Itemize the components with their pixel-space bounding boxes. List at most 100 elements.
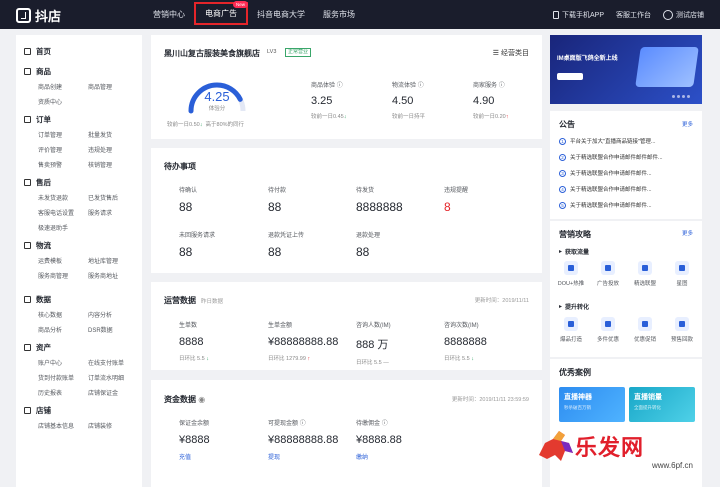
funds-item: 可提现金额 ⓘ ¥88888888.88 提现 <box>268 418 338 461</box>
todo-item[interactable]: 待付款 88 <box>268 185 286 214</box>
sidebar-item[interactable]: 客服电话设置 <box>38 208 88 217</box>
help-icon[interactable]: ⓘ <box>382 421 388 427</box>
tool-alliance[interactable]: 精选联盟 <box>630 261 660 287</box>
sidebar-item[interactable]: 店铺保证金 <box>88 388 138 397</box>
case-card[interactable]: 直播神器 秒杀破百万销 <box>559 387 625 422</box>
notice-number: 5 <box>559 201 566 209</box>
notice-item[interactable]: 5 关于精选联盟合作申请邮件邮件... <box>559 201 652 209</box>
category-link[interactable]: ☰ 经营类目 <box>493 48 529 58</box>
ops-update-time: 更新时间：2019/11/11 <box>474 298 529 304</box>
sidebar-item[interactable]: 批量发货 <box>88 130 138 139</box>
metric-value: 3.25 <box>311 95 333 107</box>
tool-promo[interactable]: 优惠促销 <box>630 317 660 343</box>
help-icon[interactable]: ⓘ <box>337 83 343 89</box>
sidebar-item[interactable]: 核心数据 <box>38 310 88 319</box>
ops-value: ¥88888888.88 <box>268 336 339 348</box>
shop-icon <box>24 407 31 414</box>
todo-item[interactable]: 退款凭证上传 88 <box>268 230 304 259</box>
metric-goods: 商品体验 ⓘ 3.25 较前一日0.45↓ <box>311 80 346 120</box>
sidebar-item[interactable]: 违规处理 <box>88 145 138 154</box>
notice-item[interactable]: 2 关于精选联盟合作申请邮件邮件邮件... <box>559 153 663 161</box>
sidebar-item[interactable]: 已发货售后 <box>88 193 138 202</box>
tool-multi-discount[interactable]: 多件优惠 <box>593 317 623 343</box>
todo-item[interactable]: 违规提醒 8 <box>444 185 468 214</box>
sidebar-item[interactable]: 运费模板 <box>38 256 88 265</box>
sidebar-item[interactable]: 售卖预警 <box>38 160 88 169</box>
todo-value: 88 <box>356 245 370 259</box>
metric-sub-text: 较前一日0.45 <box>311 114 344 120</box>
nav-ads[interactable]: 电商广告 New <box>194 1 248 25</box>
tool-hot-product[interactable]: 爆品打造 <box>556 317 586 343</box>
marketing-guide-panel: 营销攻略 更多 ▸ 获取流量 DOU+热推 广告投放 精选联盟 星图 ▸ 提升转化 … <box>550 221 702 357</box>
sidebar-item[interactable]: 货到付款账单 <box>38 373 88 382</box>
sidebar-item[interactable]: 在线支付账单 <box>88 358 138 367</box>
sidebar-item[interactable]: 历史报表 <box>38 388 88 397</box>
notice-item[interactable]: 4 关于精选联盟合作申请邮件邮件... <box>559 185 652 193</box>
case-desc: 全面提升转化 <box>634 405 661 410</box>
nav-university[interactable]: 抖音电商大学 <box>248 0 314 29</box>
sidebar-item[interactable]: 地址库管理 <box>88 256 138 265</box>
funds-item: 保证金余额 ¥8888 充值 <box>179 418 210 461</box>
tool-star-map[interactable]: 星图 <box>667 261 697 287</box>
sidebar-item[interactable]: 未发货退款 <box>38 193 88 202</box>
nav-marketing[interactable]: 营销中心 <box>144 0 194 29</box>
tool-label: 优惠促销 <box>633 337 656 343</box>
todo-label: 未回服务请求 <box>179 233 216 239</box>
eye-icon[interactable]: ◉ <box>198 395 205 404</box>
funds-title-text: 资金数据 <box>164 395 196 404</box>
sidebar-item[interactable]: 服务请求 <box>88 208 138 217</box>
banner-text: IM桌面版飞鸽全新上线 <box>557 56 618 62</box>
tool-presale[interactable]: 预售回款 <box>667 317 697 343</box>
sidebar-item[interactable]: DSR数据 <box>88 325 138 334</box>
sidebar-item-home[interactable]: 首页 <box>16 41 142 62</box>
sidebar-item[interactable]: 店铺装修 <box>88 421 138 430</box>
notice-item[interactable]: 3 关于精选联盟合作申请邮件邮件... <box>559 169 652 177</box>
sidebar-item[interactable]: 账户中心 <box>38 358 88 367</box>
sidebar-item[interactable]: 商品管理 <box>88 82 138 91</box>
withdraw-link[interactable]: 提现 <box>268 452 338 461</box>
case-card[interactable]: 直播销量全面提升转化 <box>629 387 695 422</box>
tool-ads[interactable]: 广告投放 <box>593 261 623 287</box>
sidebar-item[interactable]: 订单管理 <box>38 130 88 139</box>
todo-item[interactable]: 退款处理 88 <box>356 230 380 259</box>
ops-title: 运营数据 昨日数据 <box>164 295 223 306</box>
workbench-link[interactable]: 客服工作台 <box>616 10 651 20</box>
help-icon[interactable]: ⓘ <box>499 83 505 89</box>
sidebar-item[interactable]: 订单流水明细 <box>88 373 138 382</box>
user-menu[interactable]: 测试店铺 <box>663 9 704 20</box>
pay-link[interactable]: 缴纳 <box>356 452 402 461</box>
sidebar-item[interactable]: 商品创建 <box>38 82 88 91</box>
metric-label-text: 商品体验 <box>311 83 336 89</box>
watermark-url: www.6pf.cn <box>652 461 693 470</box>
guide-more-link[interactable]: 更多 <box>682 229 693 237</box>
announcement-more-link[interactable]: 更多 <box>682 120 693 128</box>
download-app-link[interactable]: 下载手机APP <box>552 10 604 20</box>
sidebar-item[interactable]: 核销管理 <box>88 160 138 169</box>
todo-item[interactable]: 未回服务请求 88 <box>179 230 215 259</box>
help-icon[interactable]: ⓘ <box>300 421 306 427</box>
sidebar-item[interactable]: 内容分析 <box>88 310 138 319</box>
logo[interactable]: 抖店 <box>16 6 61 25</box>
sidebar-item[interactable]: 服务商地址 <box>88 271 138 280</box>
nav-service-market[interactable]: 服务市场 <box>314 0 364 29</box>
todo-item[interactable]: 待发货 8888888 <box>356 185 403 214</box>
sidebar-group-goods: 商品 商品创建 商品管理 资质中心 <box>16 62 142 110</box>
todo-item[interactable]: 待确认 88 <box>179 185 197 214</box>
sidebar-item[interactable]: 极速退助手 <box>38 223 88 232</box>
case-name: 直播销量 <box>634 394 662 401</box>
sidebar-item[interactable]: 店铺基本信息 <box>38 421 88 430</box>
funds-label: 可提现金额 ⓘ <box>268 418 338 427</box>
tool-dou-plus[interactable]: DOU+热推 <box>556 261 586 287</box>
help-icon[interactable]: ⓘ <box>418 83 424 89</box>
carousel-dots[interactable] <box>672 95 690 98</box>
notice-text: 关于精选联盟合作申请邮件邮件... <box>570 203 652 209</box>
ops-label: 生单金额 <box>268 323 293 329</box>
notice-item[interactable]: 1 平台关于加大"直播商品链接"管理... <box>559 137 656 145</box>
sidebar-item[interactable]: 服务商管理 <box>38 271 88 280</box>
shop-name: 黑川山复古服装美食旗舰店 <box>164 49 260 58</box>
promo-banner[interactable]: IM桌面版飞鸽全新上线 <box>550 35 702 104</box>
recharge-link[interactable]: 充值 <box>179 452 210 461</box>
sidebar-item[interactable]: 资质中心 <box>38 97 88 106</box>
sidebar-item[interactable]: 评价管理 <box>38 145 88 154</box>
sidebar-item[interactable]: 商品分析 <box>38 325 88 334</box>
